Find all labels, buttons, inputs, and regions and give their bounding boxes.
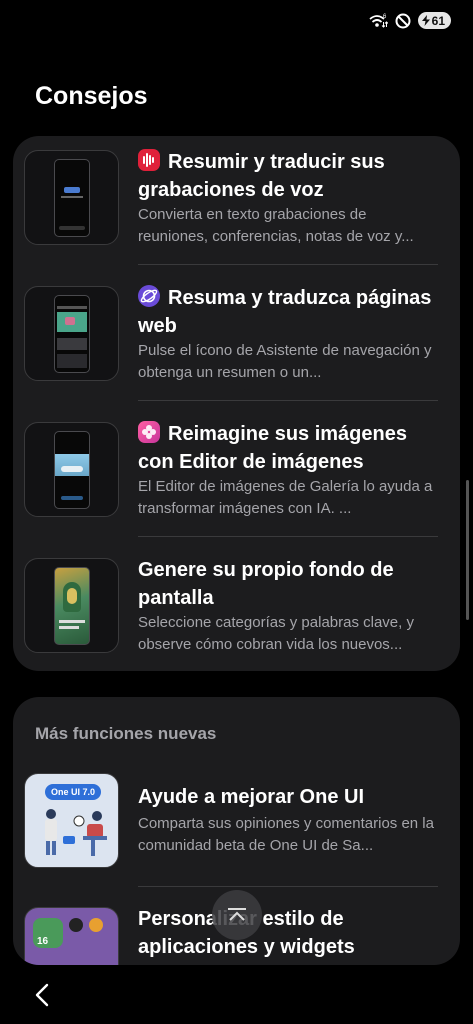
feature-improve-one-ui[interactable]: One UI 7.0 Ayude a mejorar One UI Compar… <box>13 763 460 899</box>
feature-title: Ayude a mejorar One UI <box>138 786 364 808</box>
phone-preview-image <box>54 159 90 237</box>
back-button[interactable] <box>28 980 58 1010</box>
tip-thumbnail <box>24 558 119 653</box>
section-header: Más funciones nuevas <box>35 724 217 743</box>
tip-thumbnail <box>24 422 119 517</box>
scroll-to-top-icon <box>228 908 246 921</box>
tip-description: Seleccione categorías y palabras clave, … <box>138 614 414 653</box>
charging-icon <box>421 15 430 26</box>
tip-wallpaper[interactable]: Genere su propio fondo de pantalla Selec… <box>13 544 460 671</box>
tip-image-editor[interactable]: Reimagine sus imágenes con Editor de imá… <box>13 408 460 544</box>
feature-title: Personalizar estilo de aplicaciones y wi… <box>138 908 355 958</box>
divider <box>138 886 438 887</box>
battery-level: 61 <box>431 13 445 28</box>
feature-description: Comparta sus opiniones y comentarios en … <box>138 815 434 854</box>
scroll-to-top-button[interactable] <box>212 890 262 940</box>
wifi-6-icon: 6 <box>369 14 388 28</box>
phone-preview-image <box>54 431 90 509</box>
feature-thumbnail: 16 <box>24 907 119 965</box>
status-icons: 6 61 <box>368 12 451 29</box>
tip-description: Pulse el ícono de Asistente de navegació… <box>138 342 432 381</box>
phone-preview-image <box>54 295 90 373</box>
feature-thumbnail: One UI 7.0 <box>24 773 119 868</box>
voice-recorder-icon <box>138 149 160 171</box>
divider <box>138 536 438 537</box>
internet-browser-icon <box>138 285 160 307</box>
tips-card: Resumir y traducir sus grabaciones de vo… <box>13 136 460 671</box>
divider <box>138 264 438 265</box>
do-not-disturb-icon <box>395 13 411 28</box>
tip-description: El Editor de imágenes de Galería lo ayud… <box>138 478 433 517</box>
gallery-icon <box>138 421 160 443</box>
community-illustration <box>45 809 107 856</box>
battery-indicator: 61 <box>417 12 451 29</box>
tip-description: Convierta en texto grabaciones de reunio… <box>138 206 414 245</box>
tip-title: Genere su propio fondo de pantalla <box>138 559 394 609</box>
status-bar: 6 61 <box>0 0 473 44</box>
divider <box>138 400 438 401</box>
page-title: Consejos <box>35 82 148 110</box>
tip-title: Resuma y traduzca páginas web <box>138 285 432 337</box>
back-icon <box>35 983 49 1007</box>
tip-web-pages[interactable]: Resuma y traduzca páginas web Pulse el í… <box>13 272 460 408</box>
tip-title: Resumir y traducir sus grabaciones de vo… <box>138 149 385 201</box>
tip-thumbnail <box>24 286 119 381</box>
scrollbar[interactable] <box>466 480 469 620</box>
svg-text:6: 6 <box>383 14 387 20</box>
tip-voice-recordings[interactable]: Resumir y traducir sus grabaciones de vo… <box>13 136 460 272</box>
tip-thumbnail <box>24 150 119 245</box>
widget-number: 16 <box>37 936 49 947</box>
tip-title: Reimagine sus imágenes con Editor de imá… <box>138 421 407 473</box>
phone-preview-image <box>54 567 90 645</box>
